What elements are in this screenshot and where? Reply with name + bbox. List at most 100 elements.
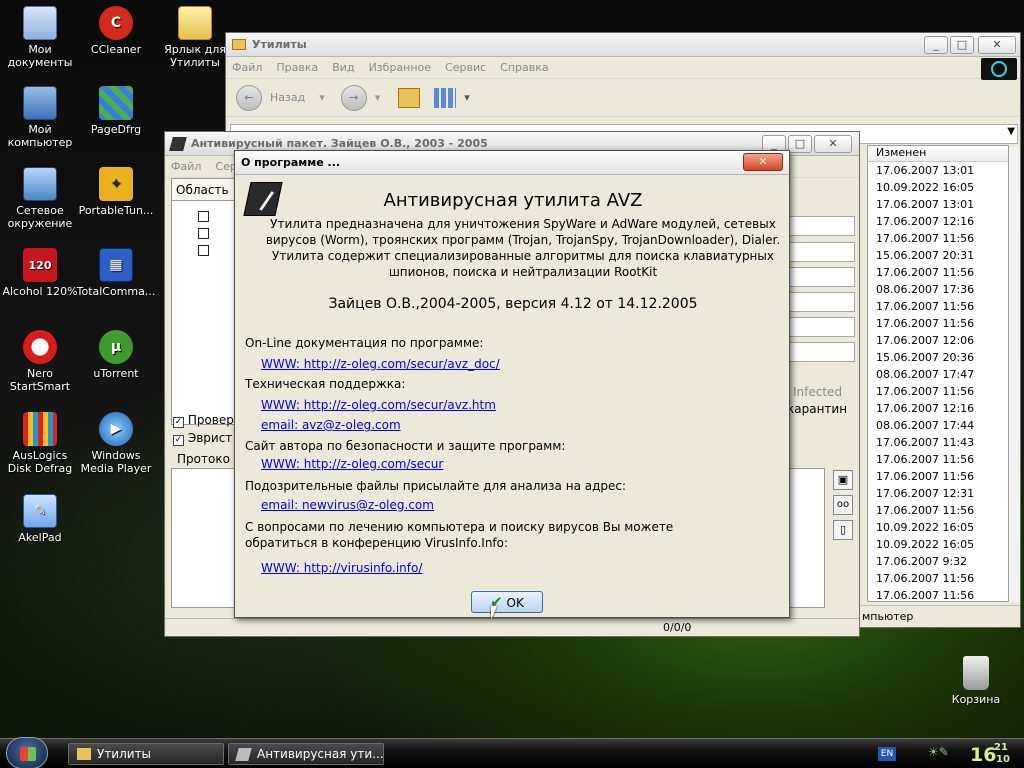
about-titlebar[interactable]: О программе ...	[235, 151, 789, 175]
desktop-icon-pagedfrg[interactable]: PageDfrg	[76, 86, 156, 136]
file-modified-date[interactable]: 10.09.2022 16:05	[868, 519, 1008, 536]
forum-link[interactable]: WWW: http://virusinfo.info/	[261, 561, 422, 575]
desktop-icon-auslogics[interactable]: AusLogics Disk Defrag	[0, 412, 80, 475]
desktop-icon-alcohol[interactable]: 120 Alcohol 120%	[0, 248, 80, 298]
file-modified-date[interactable]: 08.06.2007 17:36	[868, 281, 1008, 298]
desktop-icon-my-computer[interactable]: Мой компьютер	[0, 86, 80, 149]
file-modified-date[interactable]: 15.06.2007 20:31	[868, 247, 1008, 264]
file-modified-date[interactable]: 17.06.2007 11:56	[868, 230, 1008, 247]
option-field[interactable]	[789, 216, 855, 236]
desktop-icon-my-documents[interactable]: Мои документы	[0, 6, 80, 69]
file-modified-date[interactable]: 17.06.2007 12:16	[868, 400, 1008, 417]
minimize-button[interactable]: _	[924, 36, 948, 54]
mouse-cursor-icon	[491, 606, 497, 620]
check-option-1[interactable]: ✓ Провер	[173, 413, 234, 428]
menu-edit[interactable]: Правка	[276, 61, 318, 74]
option-field[interactable]	[789, 242, 855, 262]
online-doc-link[interactable]: WWW: http://z-oleg.com/secur/avz_doc/	[261, 357, 500, 371]
drive-checkbox[interactable]	[198, 211, 209, 222]
file-modified-date[interactable]: 17.06.2007 11:56	[868, 570, 1008, 587]
file-modified-date[interactable]: 17.06.2007 11:56	[868, 264, 1008, 281]
glasses-icon[interactable]: oo	[833, 495, 853, 515]
menu-tools[interactable]: Сервис	[445, 61, 486, 74]
drive-checkbox[interactable]	[198, 228, 209, 239]
file-modified-date[interactable]: 17.06.2007 11:56	[868, 587, 1008, 604]
drive-checkbox[interactable]	[198, 245, 209, 256]
option-field[interactable]	[789, 267, 855, 287]
desktop-icon-portable-tuner[interactable]: ✦ PortableTun...	[76, 167, 156, 217]
desktop-icon-label: uTorrent	[93, 367, 139, 380]
file-modified-date[interactable]: 17.06.2007 9:32	[868, 553, 1008, 570]
menu-help[interactable]: Справка	[500, 61, 548, 74]
about-close-button[interactable]: ✕	[743, 153, 783, 171]
author-site-link[interactable]: WWW: http://z-oleg.com/secur	[261, 457, 443, 471]
explorer-toolbar: ← Назад ▾ → ▾ ▾	[226, 79, 1020, 117]
desktop-icon-nero[interactable]: Nero StartSmart	[0, 330, 80, 393]
file-modified-date[interactable]: 10.09.2022 16:05	[868, 179, 1008, 196]
file-modified-date[interactable]: 17.06.2007 11:56	[868, 383, 1008, 400]
explorer-file-list[interactable]: Изменен 17.06.2007 13:01 10.09.2022 16:05…	[867, 145, 1009, 602]
tray-icons[interactable]: ☀✎	[928, 745, 949, 759]
check-box[interactable]: ✓	[173, 435, 184, 446]
explorer-titlebar[interactable]: Утилиты	[226, 33, 1020, 57]
support-link[interactable]: WWW: http://z-oleg.com/secur/avz.htm	[261, 398, 496, 412]
save-log-icon[interactable]: ▣	[833, 470, 853, 490]
close-button[interactable]: ✕	[978, 36, 1016, 54]
views-icon[interactable]	[434, 87, 457, 108]
option-field[interactable]	[789, 317, 855, 337]
ok-button[interactable]: ✔ OK	[471, 591, 543, 613]
desktop-icon-total-commander[interactable]: ▦ TotalComma...	[76, 248, 156, 298]
desktop-icon-akelpad[interactable]: ✎ AkelPad	[0, 494, 80, 544]
option-field[interactable]	[789, 342, 855, 362]
desktop-icon-utorrent[interactable]: µ uTorrent	[76, 330, 156, 380]
file-modified-date[interactable]: 17.06.2007 12:06	[868, 332, 1008, 349]
taskbar-item-utilities[interactable]: Утилиты	[68, 743, 224, 765]
file-modified-date[interactable]: 17.06.2007 11:56	[868, 298, 1008, 315]
avz-menu-file[interactable]: Файл	[171, 160, 201, 173]
file-modified-date[interactable]: 17.06.2007 11:43	[868, 434, 1008, 451]
suspicious-email-link[interactable]: email: newvirus@z-oleg.com	[261, 498, 434, 512]
back-arrow-icon[interactable]: ←	[236, 84, 262, 111]
file-modified-date[interactable]: 17.06.2007 12:31	[868, 485, 1008, 502]
about-dialog[interactable]: О программе ... ✕ Антивирусная утилита A…	[234, 150, 790, 620]
option-field[interactable]	[789, 292, 855, 312]
avz-maximize-button[interactable]: □	[788, 135, 812, 153]
language-indicator[interactable]: EN	[878, 747, 896, 761]
desktop-icon-ccleaner[interactable]: C CCleaner	[76, 6, 156, 56]
menu-favorites[interactable]: Избранное	[369, 61, 431, 74]
page-icon[interactable]: ▯	[833, 520, 853, 540]
file-modified-date[interactable]: 15.06.2007 20:36	[868, 349, 1008, 366]
menu-view[interactable]: Вид	[332, 61, 354, 74]
file-modified-date[interactable]: 17.06.2007 12:16	[868, 213, 1008, 230]
taskbar-item-avz[interactable]: Антивирусная ути...	[228, 743, 384, 765]
desktop-icon-recycle-bin[interactable]: Корзина	[936, 656, 1016, 706]
file-modified-date[interactable]: 17.06.2007 11:56	[868, 451, 1008, 468]
desktop-icon-network[interactable]: Сетевое окружение	[0, 167, 80, 230]
address-dropdown-icon[interactable]: ▼	[1007, 126, 1015, 137]
forward-arrow-icon[interactable]: →	[340, 84, 367, 111]
check-box[interactable]: ✓	[173, 417, 184, 428]
file-modified-date[interactable]: 17.06.2007 13:01	[868, 196, 1008, 213]
start-button[interactable]	[6, 737, 48, 768]
file-modified-date[interactable]: 17.06.2007 11:56	[868, 315, 1008, 332]
explorer-title: Утилиты	[252, 38, 307, 51]
file-modified-date[interactable]: 08.06.2007 17:47	[868, 366, 1008, 383]
file-modified-date[interactable]: 10.09.2022 16:05	[868, 536, 1008, 553]
file-modified-date[interactable]: 17.06.2007 13:01	[868, 162, 1008, 179]
avz-close-button[interactable]: ✕	[814, 135, 852, 153]
file-modified-date[interactable]: 08.06.2007 17:44	[868, 417, 1008, 434]
column-header-modified[interactable]: Изменен	[868, 146, 1008, 162]
support-email-link[interactable]: email: avz@z-oleg.com	[261, 418, 401, 432]
file-modified-date[interactable]: 17.06.2007 11:56	[868, 502, 1008, 519]
menu-file[interactable]: Файл	[232, 61, 262, 74]
desktop-icon-utilities-shortcut[interactable]: Ярлык для Утилиты	[155, 6, 235, 69]
clock[interactable]: 16 21 10	[970, 741, 1014, 767]
check-option-2[interactable]: ✓ Эврист	[173, 431, 232, 446]
desktop-icon-media-player[interactable]: ▶ Windows Media Player	[76, 412, 156, 475]
status-counter: 0/0/0	[663, 621, 692, 634]
maximize-button[interactable]: □	[950, 36, 974, 54]
scan-area-tab[interactable]: Область	[171, 178, 241, 200]
back-button-label[interactable]: Назад	[270, 91, 305, 104]
up-folder-icon[interactable]	[398, 87, 421, 108]
file-modified-date[interactable]: 17.06.2007 11:56	[868, 468, 1008, 485]
